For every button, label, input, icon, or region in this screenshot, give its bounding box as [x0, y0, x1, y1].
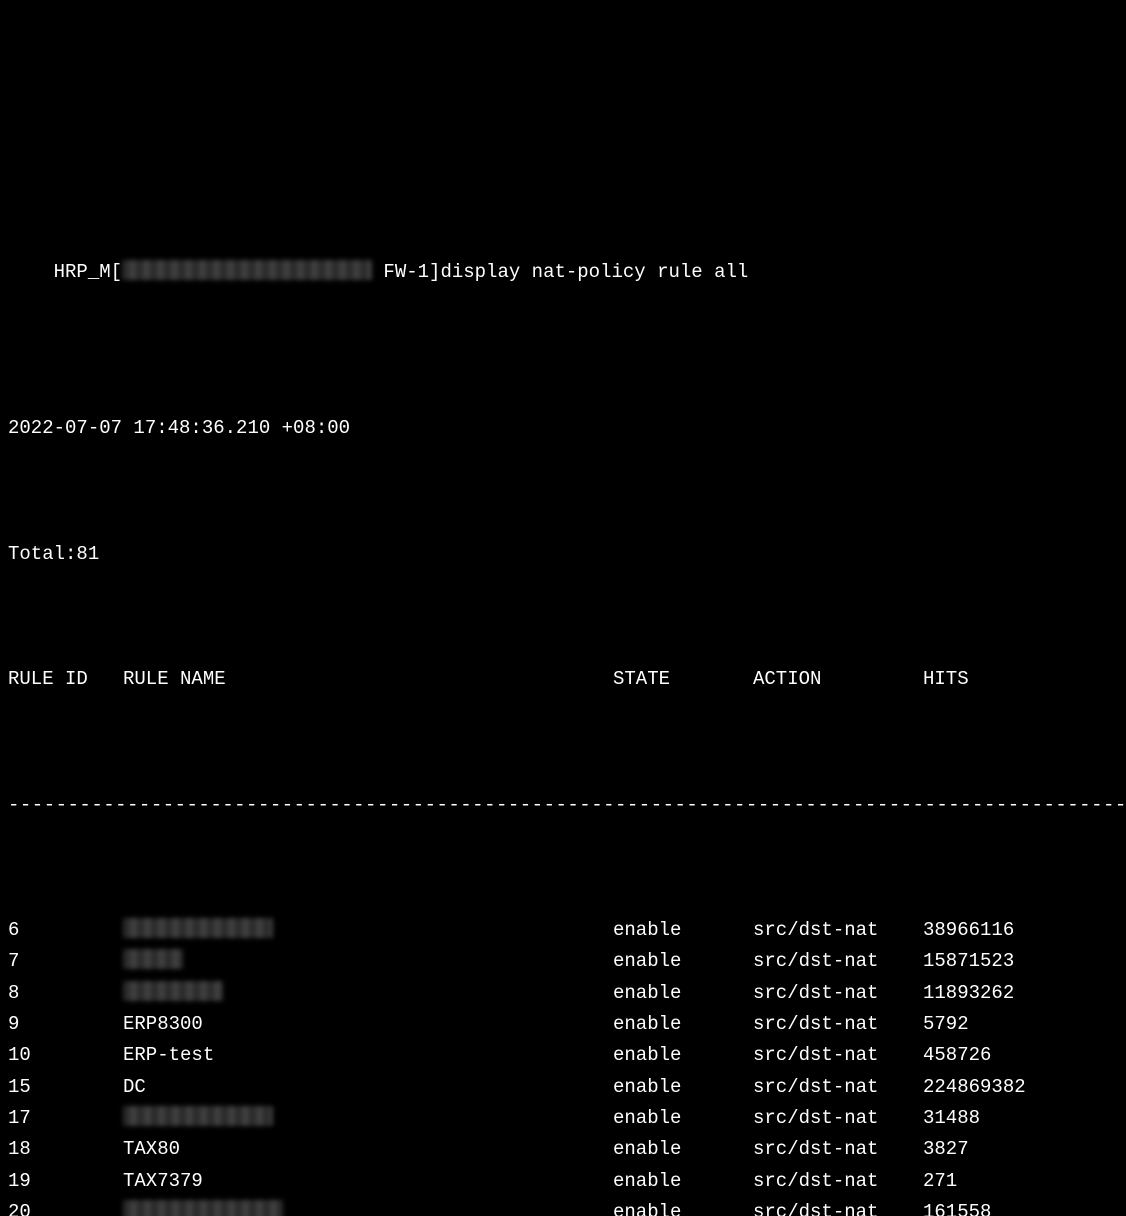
divider: ----------------------------------------… [8, 790, 1118, 821]
cell-rule-id: 19 [8, 1166, 123, 1197]
cell-action: src/dst-nat [753, 1166, 923, 1197]
cell-rule-name [123, 915, 613, 946]
timestamp: 2022-07-07 17:48:36.210 +08:00 [8, 413, 1118, 444]
header-action: ACTION [753, 664, 923, 695]
cell-state: enable [613, 1009, 753, 1040]
cell-hits: 11893262 [923, 978, 1014, 1009]
prompt-prefix: HRP_M[ [54, 261, 122, 283]
cell-hits: 224869382 [923, 1072, 1026, 1103]
redacted-text [123, 981, 223, 1001]
cell-hits: 161558 [923, 1197, 991, 1216]
total-count: Total:81 [8, 539, 1118, 570]
cell-rule-id: 8 [8, 978, 123, 1009]
redacted-text [123, 1200, 283, 1216]
cell-action: src/dst-nat [753, 1040, 923, 1071]
cell-rule-id: 20 [8, 1197, 123, 1216]
cell-state: enable [613, 1134, 753, 1165]
table-row: 8 enablesrc/dst-nat11893262 [8, 978, 1118, 1009]
cell-action: src/dst-nat [753, 1072, 923, 1103]
cell-state: enable [613, 1197, 753, 1216]
cell-state: enable [613, 915, 753, 946]
table-header: RULE ID RULE NAME STATE ACTION HITS [8, 664, 1118, 695]
header-hits: HITS [923, 664, 969, 695]
cell-state: enable [613, 946, 753, 977]
prompt-line: HRP_M[ FW-1]display nat-policy rule all [8, 225, 1118, 319]
cell-hits: 458726 [923, 1040, 991, 1071]
cell-rule-name [123, 1197, 613, 1216]
cell-action: src/dst-nat [753, 1134, 923, 1165]
table-row: 19TAX7379enablesrc/dst-nat271 [8, 1166, 1118, 1197]
table-row: 18TAX80enablesrc/dst-nat3827 [8, 1134, 1118, 1165]
header-rule-name: RULE NAME [123, 664, 613, 695]
cell-action: src/dst-nat [753, 1197, 923, 1216]
cell-action: src/dst-nat [753, 1103, 923, 1134]
cell-hits: 3827 [923, 1134, 969, 1165]
cell-rule-name [123, 1103, 613, 1134]
redacted-text [123, 1106, 273, 1126]
cell-rule-id: 17 [8, 1103, 123, 1134]
cell-hits: 38966116 [923, 915, 1014, 946]
redacted-text [123, 918, 273, 938]
cell-hits: 271 [923, 1166, 957, 1197]
cell-action: src/dst-nat [753, 1009, 923, 1040]
table-row: 20 enablesrc/dst-nat161558 [8, 1197, 1118, 1216]
header-rule-id: RULE ID [8, 664, 123, 695]
header-state: STATE [613, 664, 753, 695]
cell-action: src/dst-nat [753, 946, 923, 977]
cell-rule-id: 18 [8, 1134, 123, 1165]
cell-rule-name: ERP-test [123, 1040, 613, 1071]
cell-rule-id: 10 [8, 1040, 123, 1071]
prompt-suffix: FW-1] [372, 261, 440, 283]
table-row: 10ERP-testenablesrc/dst-nat458726 [8, 1040, 1118, 1071]
redacted-text [123, 949, 183, 969]
cell-hits: 31488 [923, 1103, 980, 1134]
cell-rule-id: 6 [8, 915, 123, 946]
cell-state: enable [613, 1166, 753, 1197]
redacted-hostname [122, 260, 372, 280]
cell-state: enable [613, 1072, 753, 1103]
cell-action: src/dst-nat [753, 978, 923, 1009]
cell-rule-name: DC [123, 1072, 613, 1103]
cell-state: enable [613, 978, 753, 1009]
table-row: 15DCenablesrc/dst-nat224869382 [8, 1072, 1118, 1103]
command-text: display nat-policy rule all [440, 261, 748, 283]
cell-rule-name: TAX80 [123, 1134, 613, 1165]
cell-state: enable [613, 1103, 753, 1134]
table-row: 9ERP8300enablesrc/dst-nat5792 [8, 1009, 1118, 1040]
terminal-output: HRP_M[ FW-1]display nat-policy rule all … [8, 131, 1118, 1216]
cell-state: enable [613, 1040, 753, 1071]
cell-rule-id: 15 [8, 1072, 123, 1103]
cell-rule-name: TAX7379 [123, 1166, 613, 1197]
cell-rule-name [123, 978, 613, 1009]
table-body: 6enablesrc/dst-nat389661167enablesrc/dst… [8, 915, 1118, 1216]
table-row: 7 enablesrc/dst-nat15871523 [8, 946, 1118, 977]
cell-hits: 15871523 [923, 946, 1014, 977]
cell-action: src/dst-nat [753, 915, 923, 946]
cell-rule-id: 7 [8, 946, 123, 977]
table-row: 6 enablesrc/dst-nat38966116 [8, 915, 1118, 946]
cell-hits: 5792 [923, 1009, 969, 1040]
table-row: 17 enablesrc/dst-nat31488 [8, 1103, 1118, 1134]
cell-rule-name [123, 946, 613, 977]
cell-rule-id: 9 [8, 1009, 123, 1040]
cell-rule-name: ERP8300 [123, 1009, 613, 1040]
